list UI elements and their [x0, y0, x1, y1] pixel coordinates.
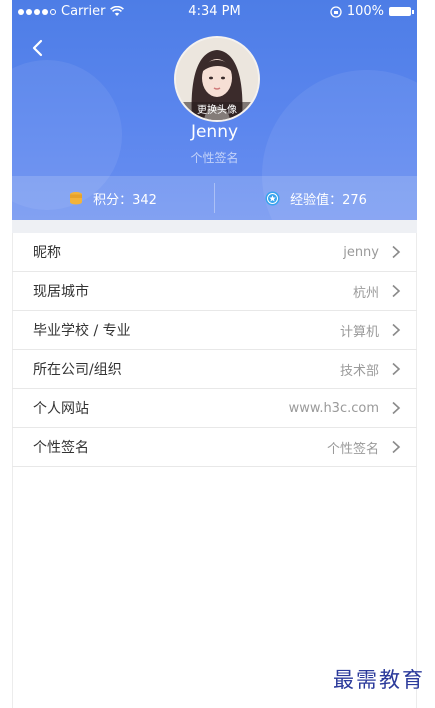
points-label: 积分：342 — [93, 192, 157, 208]
row-label: 所在公司/组织 — [33, 362, 122, 378]
row-value: www.h3c.com — [288, 400, 379, 416]
row-value: jenny — [343, 244, 379, 260]
row-label: 毕业学校 / 专业 — [33, 323, 131, 339]
back-chevron-icon[interactable] — [28, 36, 48, 60]
profile-settings-list: 昵称 jenny 现居城市 杭州 毕业学校 / 专业 计算机 所在公司/组织 技… — [12, 233, 417, 467]
row-value: 个性签名 — [326, 441, 379, 457]
battery-percent: 100% — [346, 4, 384, 19]
change-avatar-caption: 更换头像 — [176, 102, 258, 120]
experience-label: 经验值：276 — [290, 192, 367, 208]
rotation-lock-icon — [330, 5, 342, 18]
experience-stat[interactable]: 经验值：276 — [215, 189, 417, 208]
profile-name: Jenny — [190, 122, 239, 142]
coin-stack-icon — [70, 191, 83, 204]
profile-header: Carrier 4:34 PM 100% 更换头像 Jenny 个性签名 积分：… — [12, 0, 417, 220]
row-label: 个性签名 — [33, 440, 89, 456]
row-nickname[interactable]: 昵称 jenny — [12, 233, 417, 272]
avatar[interactable]: 更换头像 — [174, 36, 260, 122]
chevron-right-icon — [392, 245, 401, 259]
chevron-right-icon — [392, 362, 401, 376]
row-signature[interactable]: 个性签名 个性签名 — [12, 428, 417, 467]
watermark-text: 最需教育 — [333, 668, 425, 692]
row-school-major[interactable]: 毕业学校 / 专业 计算机 — [12, 311, 417, 350]
row-label: 现居城市 — [33, 284, 89, 300]
chevron-right-icon — [392, 440, 401, 454]
status-bar: Carrier 4:34 PM 100% — [12, 0, 417, 24]
row-label: 昵称 — [33, 245, 61, 261]
battery-icon — [389, 7, 414, 16]
chevron-right-icon — [392, 323, 401, 337]
stats-bar: 积分：342 经验值：276 — [12, 176, 417, 220]
section-gap — [12, 220, 417, 233]
row-value: 计算机 — [339, 324, 379, 340]
row-value: 杭州 — [352, 285, 379, 301]
points-stat[interactable]: 积分：342 — [12, 189, 214, 208]
chevron-right-icon — [392, 401, 401, 415]
profile-signature: 个性签名 — [190, 151, 239, 165]
row-label: 个人网站 — [33, 401, 89, 417]
row-company[interactable]: 所在公司/组织 技术部 — [12, 350, 417, 389]
row-value: 技术部 — [339, 363, 379, 379]
experience-badge-icon — [265, 191, 280, 205]
chevron-right-icon — [392, 284, 401, 298]
profile-screen: Carrier 4:34 PM 100% 更换头像 Jenny 个性签名 积分：… — [12, 0, 417, 708]
row-website[interactable]: 个人网站 www.h3c.com — [12, 389, 417, 428]
row-city[interactable]: 现居城市 杭州 — [12, 272, 417, 311]
